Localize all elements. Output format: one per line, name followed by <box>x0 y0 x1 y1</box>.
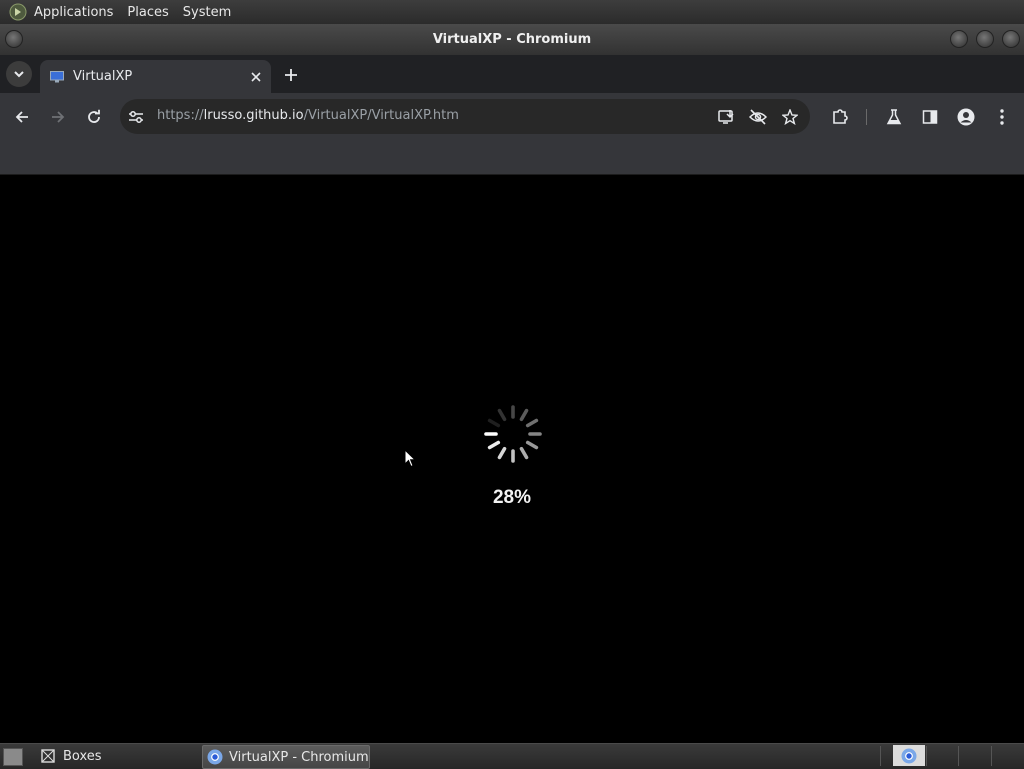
tab-virtualxp[interactable]: VirtualXP <box>40 60 271 93</box>
taskbar-item-label: VirtualXP - Chromium <box>229 749 369 765</box>
star-icon <box>782 109 798 125</box>
new-tab-button[interactable] <box>280 64 302 86</box>
spinner-tick <box>519 446 529 460</box>
profile-icon <box>957 108 975 126</box>
loading-progress-text: 28% <box>492 487 532 508</box>
bottom-panel: Boxes VirtualXP - Chromium <box>0 743 1024 769</box>
tab-title: VirtualXP <box>73 69 133 84</box>
plus-icon <box>285 69 297 81</box>
side-panel-button[interactable] <box>918 105 942 129</box>
tray-separator <box>880 746 881 766</box>
spinner-tick <box>525 418 539 428</box>
address-bar[interactable]: https://lrusso.github.io/VirtualXP/Virtu… <box>120 99 810 134</box>
monitor-icon <box>50 70 64 82</box>
url-scheme: https:// <box>157 108 204 123</box>
spinner-tick <box>487 440 501 450</box>
spinner-tick <box>519 408 529 422</box>
menu-places[interactable]: Places <box>127 5 168 20</box>
browser-toolbar: https://lrusso.github.io/VirtualXP/Virtu… <box>0 93 1024 141</box>
url-path: /VirtualXP/VirtualXP.htm <box>303 108 459 123</box>
chevron-down-icon <box>14 71 24 78</box>
tab-search-button[interactable] <box>6 61 32 87</box>
window-titlebar[interactable]: VirtualXP - Chromium <box>0 24 1024 55</box>
url-text[interactable]: https://lrusso.github.io/VirtualXP/Virtu… <box>157 108 459 123</box>
chromium-icon <box>207 749 223 765</box>
labs-button[interactable] <box>882 105 906 129</box>
workspace-switcher-1[interactable] <box>893 745 925 766</box>
tune-icon <box>129 111 143 123</box>
show-desktop-button[interactable] <box>3 748 23 766</box>
spinner-tick <box>497 446 507 460</box>
page-content[interactable]: 28% <box>0 175 1024 743</box>
install-app-button[interactable] <box>714 105 738 129</box>
kebab-icon <box>1000 109 1004 125</box>
arrow-right-icon <box>52 111 65 123</box>
taskbar-item-chromium[interactable]: VirtualXP - Chromium <box>202 745 370 769</box>
tracking-protection-button[interactable] <box>746 105 770 129</box>
side-panel-icon <box>922 110 938 124</box>
reload-button[interactable] <box>82 105 106 129</box>
close-window-button[interactable] <box>1002 30 1020 48</box>
bookmark-star-button[interactable] <box>778 105 802 129</box>
workspace-separator <box>926 746 927 766</box>
spinner-tick <box>525 440 539 450</box>
window-menu-button[interactable] <box>5 30 23 48</box>
boxes-icon <box>41 749 55 763</box>
flask-icon <box>886 109 902 125</box>
site-info-button[interactable] <box>124 105 148 129</box>
workspace-separator <box>991 746 992 766</box>
back-button[interactable] <box>10 105 34 129</box>
bookmarks-bar <box>0 141 1024 175</box>
forward-button[interactable] <box>46 105 70 129</box>
maximize-button[interactable] <box>976 30 994 48</box>
top-panel: Applications Places System <box>0 0 1024 24</box>
url-host: lrusso.github.io <box>203 108 304 123</box>
close-icon <box>251 72 261 82</box>
toolbar-divider <box>866 109 867 125</box>
eye-off-icon <box>749 109 767 125</box>
chromium-icon <box>901 748 917 763</box>
arrow-left-icon <box>15 111 28 123</box>
loading-spinner-icon <box>484 405 542 463</box>
workspace-separator <box>958 746 959 766</box>
tab-strip: VirtualXP <box>0 55 1024 93</box>
taskbar-item-boxes[interactable]: Boxes <box>32 745 102 767</box>
profile-button[interactable] <box>954 105 978 129</box>
taskbar-item-label: Boxes <box>63 748 102 764</box>
window-title: VirtualXP - Chromium <box>432 32 592 47</box>
tab-close-button[interactable] <box>247 68 265 86</box>
menu-applications[interactable]: Applications <box>34 5 113 20</box>
menu-system[interactable]: System <box>183 5 231 20</box>
chrome-menu-button[interactable] <box>990 105 1014 129</box>
reload-icon <box>88 109 100 123</box>
puzzle-icon <box>833 109 848 124</box>
spinner-tick <box>487 418 501 428</box>
extensions-button[interactable] <box>828 105 852 129</box>
install-app-icon <box>717 110 734 124</box>
mouse-cursor-icon <box>404 449 416 468</box>
spinner-tick <box>497 408 507 422</box>
minimize-button[interactable] <box>950 30 968 48</box>
gnome-foot-icon[interactable] <box>9 3 27 21</box>
